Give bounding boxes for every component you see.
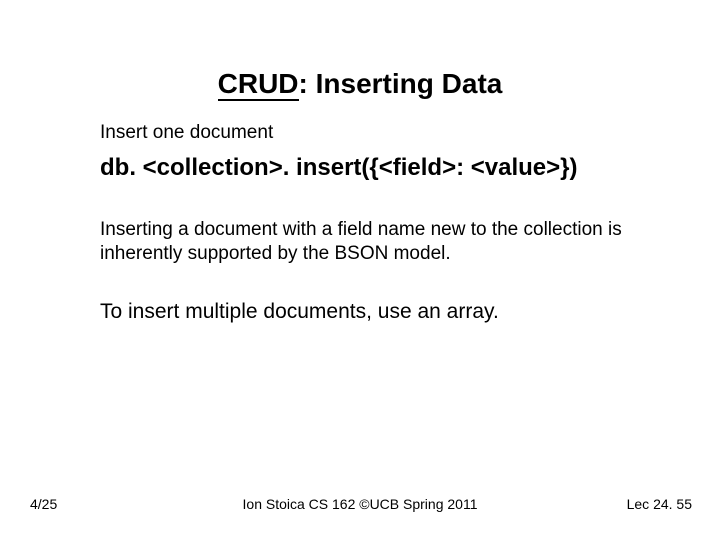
body-area: Insert one document db. <collection>. in… xyxy=(0,122,720,324)
slide: CRUD: Inserting Data Insert one document… xyxy=(0,0,720,540)
footer-credit: Ion Stoica CS 162 ©UCB Spring 2011 xyxy=(243,496,478,512)
intro-text: Insert one document xyxy=(100,122,670,144)
code-text: db. <collection>. insert({<field>: <valu… xyxy=(100,154,670,182)
explanation-text: Inserting a document with a field name n… xyxy=(100,218,670,266)
title-acronym: CRUD xyxy=(218,68,299,101)
footer-date: 4/25 xyxy=(30,496,57,512)
slide-title: CRUD: Inserting Data xyxy=(218,68,503,101)
title-rest: : Inserting Data xyxy=(299,68,503,99)
instruction-text: To insert multiple documents, use an arr… xyxy=(100,300,670,324)
title-area: CRUD: Inserting Data xyxy=(0,0,720,114)
footer-lecture: Lec 24. 55 xyxy=(627,496,692,512)
